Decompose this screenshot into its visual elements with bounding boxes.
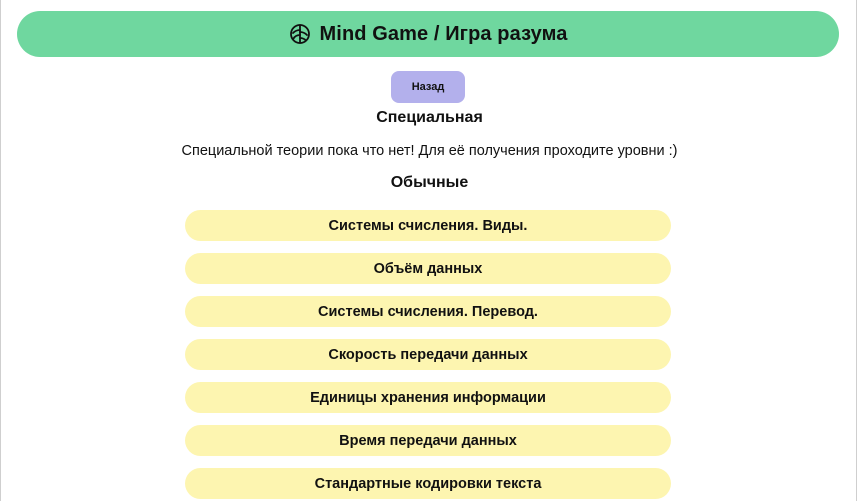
app-title: Mind Game / Игра разума xyxy=(319,22,568,45)
app-header: Mind Game / Игра разума xyxy=(17,11,839,57)
special-theory-note: Специальной теории пока что нет! Для её … xyxy=(181,143,678,159)
level-item-data-volume[interactable]: Объём данных xyxy=(185,253,671,284)
level-item-text-encodings[interactable]: Стандартные кодировки текста xyxy=(185,468,671,499)
special-section-heading: Специальная xyxy=(376,109,483,126)
level-item-number-systems-conversion[interactable]: Системы счисления. Перевод. xyxy=(185,296,671,327)
back-button[interactable]: Назад xyxy=(391,71,465,103)
app-window: Mind Game / Игра разума Назад Специальна… xyxy=(0,0,857,501)
regular-section-heading: Обычные xyxy=(390,174,469,191)
level-item-storage-units[interactable]: Единицы хранения информации xyxy=(185,382,671,413)
level-item-transfer-speed[interactable]: Скорость передачи данных xyxy=(185,339,671,370)
level-item-transfer-time[interactable]: Время передачи данных xyxy=(185,425,671,456)
level-item-number-systems-types[interactable]: Системы счисления. Виды. xyxy=(185,210,671,241)
level-list: Системы счисления. Виды. Объём данных Си… xyxy=(185,210,671,501)
brain-icon xyxy=(289,23,311,45)
